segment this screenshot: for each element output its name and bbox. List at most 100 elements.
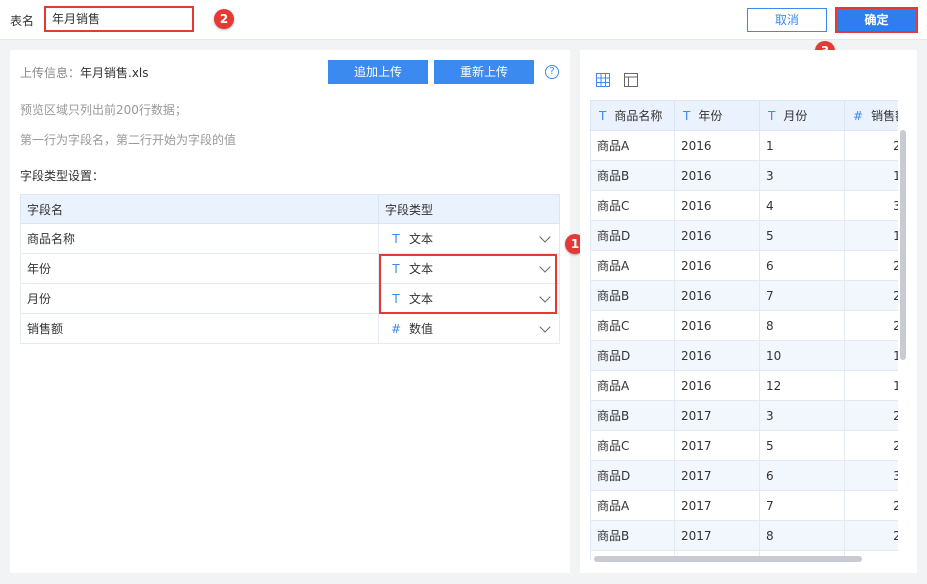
table-cell: 商品C	[590, 310, 675, 341]
table-cell: 246	[844, 520, 898, 551]
table-row: 商品C20168257	[590, 310, 898, 341]
table-row: 商品C20175217	[590, 430, 898, 461]
text-type-icon: T	[768, 109, 776, 123]
table-cell: 2017	[674, 460, 760, 491]
preview-grid-container[interactable]: T商品名称 T年份 T月份 #销售额 商品A20161236商品B2016317…	[590, 100, 898, 560]
field-name: 年份	[20, 253, 379, 284]
field-type-value: 文本	[409, 292, 434, 306]
column-header[interactable]: #销售额	[844, 100, 898, 131]
field-name: 商品名称	[20, 223, 379, 254]
table-cell: 2016	[674, 280, 760, 311]
vertical-scrollbar[interactable]	[900, 130, 906, 360]
append-upload-button[interactable]: 追加上传	[328, 60, 428, 84]
help-icon[interactable]: ?	[545, 65, 559, 79]
column-header[interactable]: T 商品名称	[590, 100, 675, 131]
table-cell: 商品D	[590, 340, 675, 371]
field-name: 月份	[20, 283, 379, 314]
table-cell: 商品A	[590, 130, 675, 161]
upload-file-name: 年月销售.xls	[80, 66, 149, 80]
table-cell: 商品D	[590, 460, 675, 491]
table-cell: 6	[759, 250, 845, 281]
table-cell: 2016	[674, 250, 760, 281]
table-cell: 2016	[674, 220, 760, 251]
chevron-down-icon	[539, 291, 551, 303]
table-cell: 2016	[674, 370, 760, 401]
confirm-button[interactable]: 确定	[835, 7, 918, 33]
field-row: 年份 T 文本	[20, 253, 560, 284]
field-type-value: 数值	[409, 322, 434, 336]
table-row: 商品D20165156	[590, 220, 898, 251]
table-cell: 174	[844, 160, 898, 191]
table-cell: 2016	[674, 160, 760, 191]
table-row: 商品B20167268	[590, 280, 898, 311]
number-type-icon: #	[390, 322, 402, 336]
table-cell: 商品C	[590, 190, 675, 221]
table-cell: 2017	[674, 520, 760, 551]
text-type-icon: T	[392, 232, 400, 246]
table-row: 商品B20173254	[590, 400, 898, 431]
field-name-header: 字段名	[20, 194, 379, 224]
field-type-select[interactable]: T 文本	[378, 253, 560, 284]
table-row: 商品A20166228	[590, 250, 898, 281]
table-name-input[interactable]: 年月销售	[44, 6, 194, 32]
table-cell: 10	[759, 340, 845, 371]
field-type-select[interactable]: T 文本	[378, 283, 560, 314]
table-cell: 257	[844, 310, 898, 341]
table-cell: 2016	[674, 190, 760, 221]
table-cell: 2016	[674, 130, 760, 161]
table-cell: 276	[844, 490, 898, 521]
table-cell: 6	[759, 460, 845, 491]
horizontal-scrollbar[interactable]	[594, 556, 862, 562]
cancel-button[interactable]: 取消	[747, 8, 827, 32]
table-cell: 317	[844, 460, 898, 491]
reupload-button[interactable]: 重新上传	[434, 60, 534, 84]
field-row: 销售额 # 数值	[20, 313, 560, 344]
table-cell: 商品A	[590, 490, 675, 521]
upload-info-label: 上传信息：	[20, 66, 81, 80]
table-cell: 156	[844, 220, 898, 251]
table-cell: 2016	[674, 310, 760, 341]
table-cell: 2016	[674, 340, 760, 371]
text-type-icon: T	[599, 109, 607, 123]
table-cell: 327	[844, 190, 898, 221]
table-cell: 217	[844, 430, 898, 461]
table-cell: 商品C	[590, 430, 675, 461]
field-type-header: 字段类型	[378, 194, 560, 224]
table-cell: 商品D	[590, 220, 675, 251]
table-row: 商品B20178246	[590, 520, 898, 551]
table-cell: 商品A	[590, 250, 675, 281]
column-header[interactable]: T 年份	[674, 100, 760, 131]
table-cell: 2017	[674, 400, 760, 431]
layout-view-icon[interactable]	[624, 73, 638, 87]
table-cell: 3	[759, 160, 845, 191]
table-cell: 268	[844, 280, 898, 311]
field-row: 商品名称 T 文本	[20, 223, 560, 254]
field-name: 销售额	[20, 313, 379, 344]
top-bar: 表名 年月销售 2 取消 确定	[0, 0, 927, 40]
preview-hint: 预览区域只列出前200行数据；	[20, 103, 187, 117]
field-type-table: 字段名 字段类型 商品名称 T 文本 年份 T 文本 月份 T 文本 销售额 #…	[20, 194, 560, 344]
chevron-down-icon	[539, 231, 551, 243]
chevron-down-icon	[539, 321, 551, 333]
column-header[interactable]: T 月份	[759, 100, 845, 131]
table-cell: 228	[844, 250, 898, 281]
field-type-select[interactable]: # 数值	[378, 313, 560, 344]
table-cell: 184	[844, 370, 898, 401]
table-cell: 194	[844, 340, 898, 371]
table-cell: 商品B	[590, 160, 675, 191]
table-view-icon[interactable]	[596, 73, 610, 87]
preview-grid: T商品名称 T年份 T月份 #销售额 商品A20161236商品B2016317…	[590, 100, 898, 560]
field-type-section-title: 字段类型设置：	[20, 169, 105, 183]
text-type-icon: T	[683, 109, 691, 123]
table-cell: 商品B	[590, 280, 675, 311]
table-cell: 4	[759, 190, 845, 221]
table-cell: 12	[759, 370, 845, 401]
chevron-down-icon	[539, 261, 551, 273]
upload-info: 上传信息：年月销售.xls	[20, 64, 149, 81]
field-type-select[interactable]: T 文本	[378, 223, 560, 254]
table-cell: 商品B	[590, 520, 675, 551]
table-cell: 商品A	[590, 370, 675, 401]
table-row: 商品D20176317	[590, 460, 898, 491]
table-cell: 2017	[674, 490, 760, 521]
table-cell: 2017	[674, 430, 760, 461]
